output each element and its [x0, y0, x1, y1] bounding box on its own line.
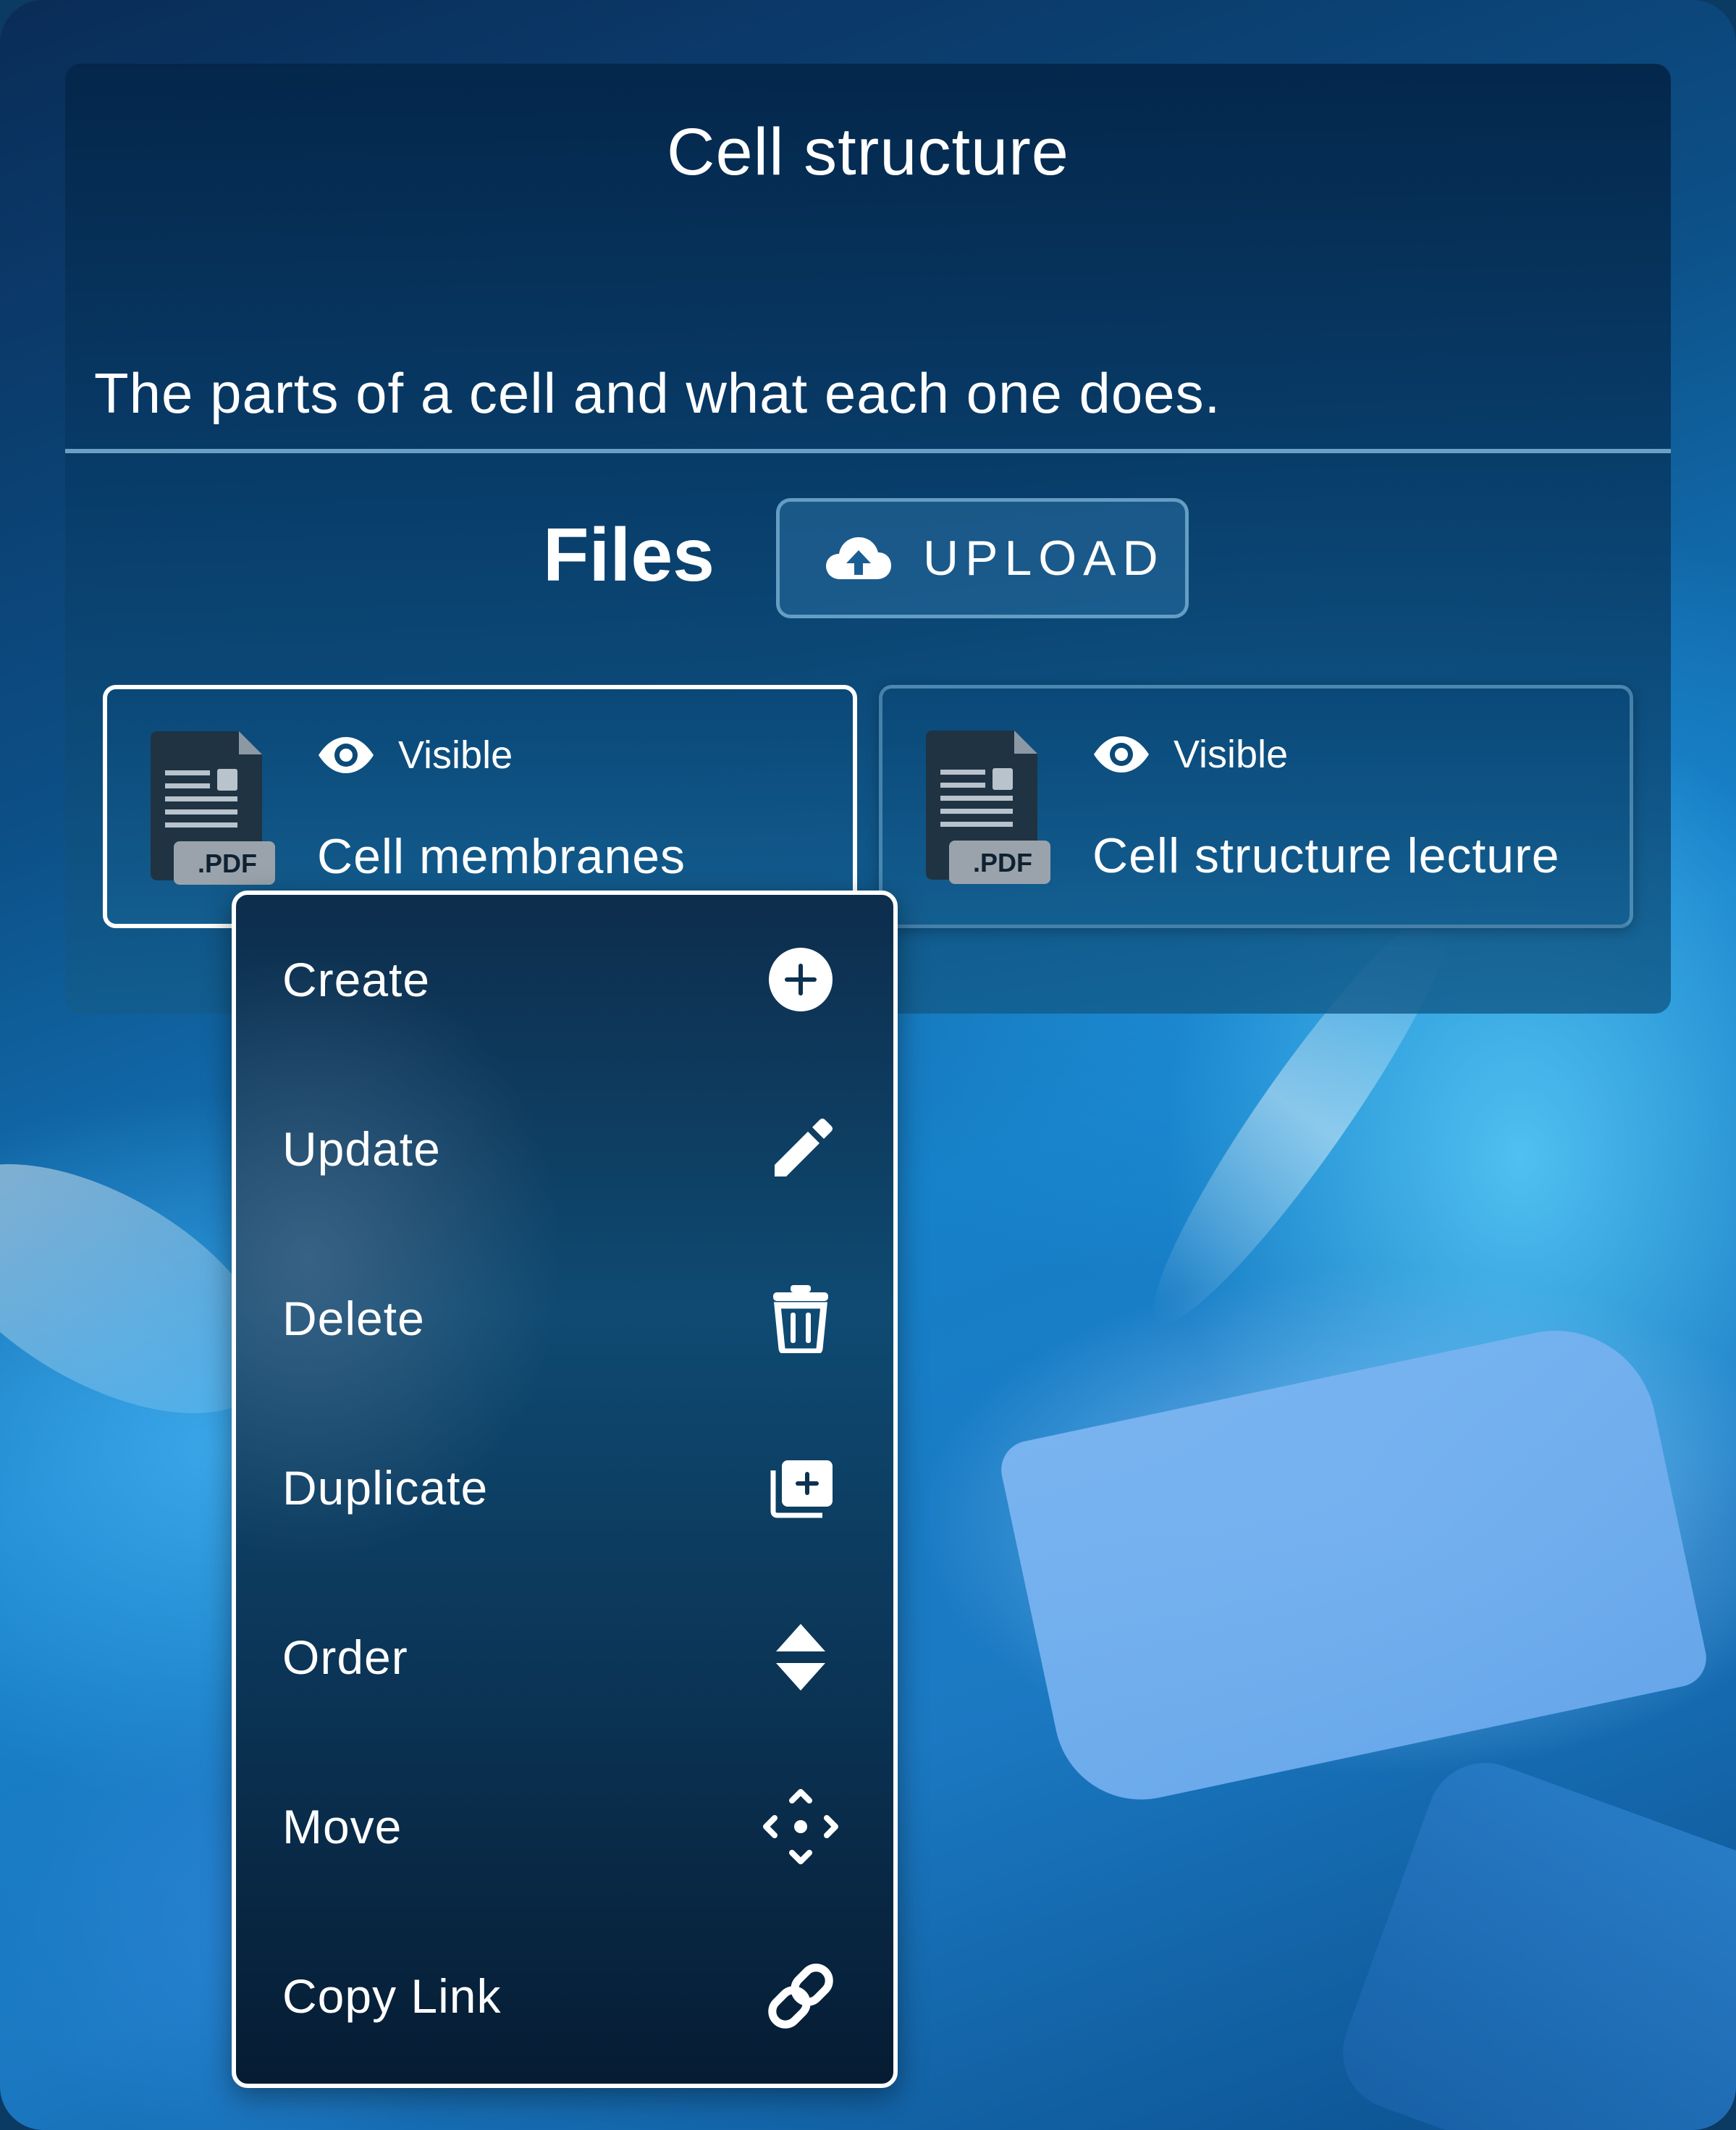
app-screen: Cell structure The parts of a cell and w… [0, 0, 1736, 2130]
menu-item-duplicate[interactable]: Duplicate [236, 1403, 893, 1573]
menu-item-label: Move [282, 1800, 403, 1853]
file-card-cell-structure-lecture[interactable]: .PDF Visible Cell structure lecture [879, 685, 1633, 928]
file-name: Cell membranes [317, 829, 686, 884]
visibility-status: Visible [1092, 732, 1288, 777]
context-menu: Create Update Delete Duplicate Order Mov… [232, 891, 898, 2088]
menu-item-order[interactable]: Order [236, 1573, 893, 1742]
course-description: The parts of a cell and what each one do… [94, 361, 1221, 425]
menu-item-label: Update [282, 1122, 441, 1176]
cloud-upload-icon [826, 537, 891, 579]
eye-icon [319, 737, 374, 773]
sort-icon [757, 1614, 844, 1701]
visibility-label: Visible [398, 733, 513, 777]
page-title: Cell structure [667, 115, 1069, 189]
menu-item-label: Delete [282, 1292, 425, 1345]
background-decoration [995, 1312, 1712, 1816]
move-icon [757, 1783, 844, 1870]
course-panel: Cell structure The parts of a cell and w… [65, 64, 1671, 1014]
pencil-icon [757, 1106, 844, 1192]
menu-item-label: Duplicate [282, 1461, 489, 1515]
link-icon [757, 1953, 844, 2040]
menu-item-label: Copy Link [282, 1969, 502, 2023]
trash-icon [757, 1275, 844, 1362]
menu-item-create[interactable]: Create [236, 895, 893, 1064]
menu-item-update[interactable]: Update [236, 1064, 893, 1234]
upload-label: UPLOAD [923, 531, 1165, 586]
menu-item-copy-link[interactable]: Copy Link [236, 1911, 893, 2081]
upload-button[interactable]: UPLOAD [776, 498, 1189, 618]
background-decoration [1326, 1746, 1736, 2130]
file-name: Cell structure lecture [1092, 828, 1560, 883]
visibility-label: Visible [1174, 733, 1289, 776]
menu-item-move[interactable]: Move [236, 1742, 893, 1911]
pdf-badge: .PDF [972, 848, 1032, 877]
menu-item-label: Order [282, 1630, 408, 1684]
duplicate-icon [757, 1444, 844, 1531]
visibility-status: Visible [317, 733, 513, 778]
menu-item-delete[interactable]: Delete [236, 1234, 893, 1403]
files-heading: Files [543, 513, 715, 597]
divider [65, 449, 1671, 453]
pdf-badge: .PDF [197, 849, 257, 878]
plus-circle-icon [757, 936, 844, 1023]
menu-item-label: Create [282, 953, 431, 1006]
eye-icon [1094, 736, 1149, 773]
